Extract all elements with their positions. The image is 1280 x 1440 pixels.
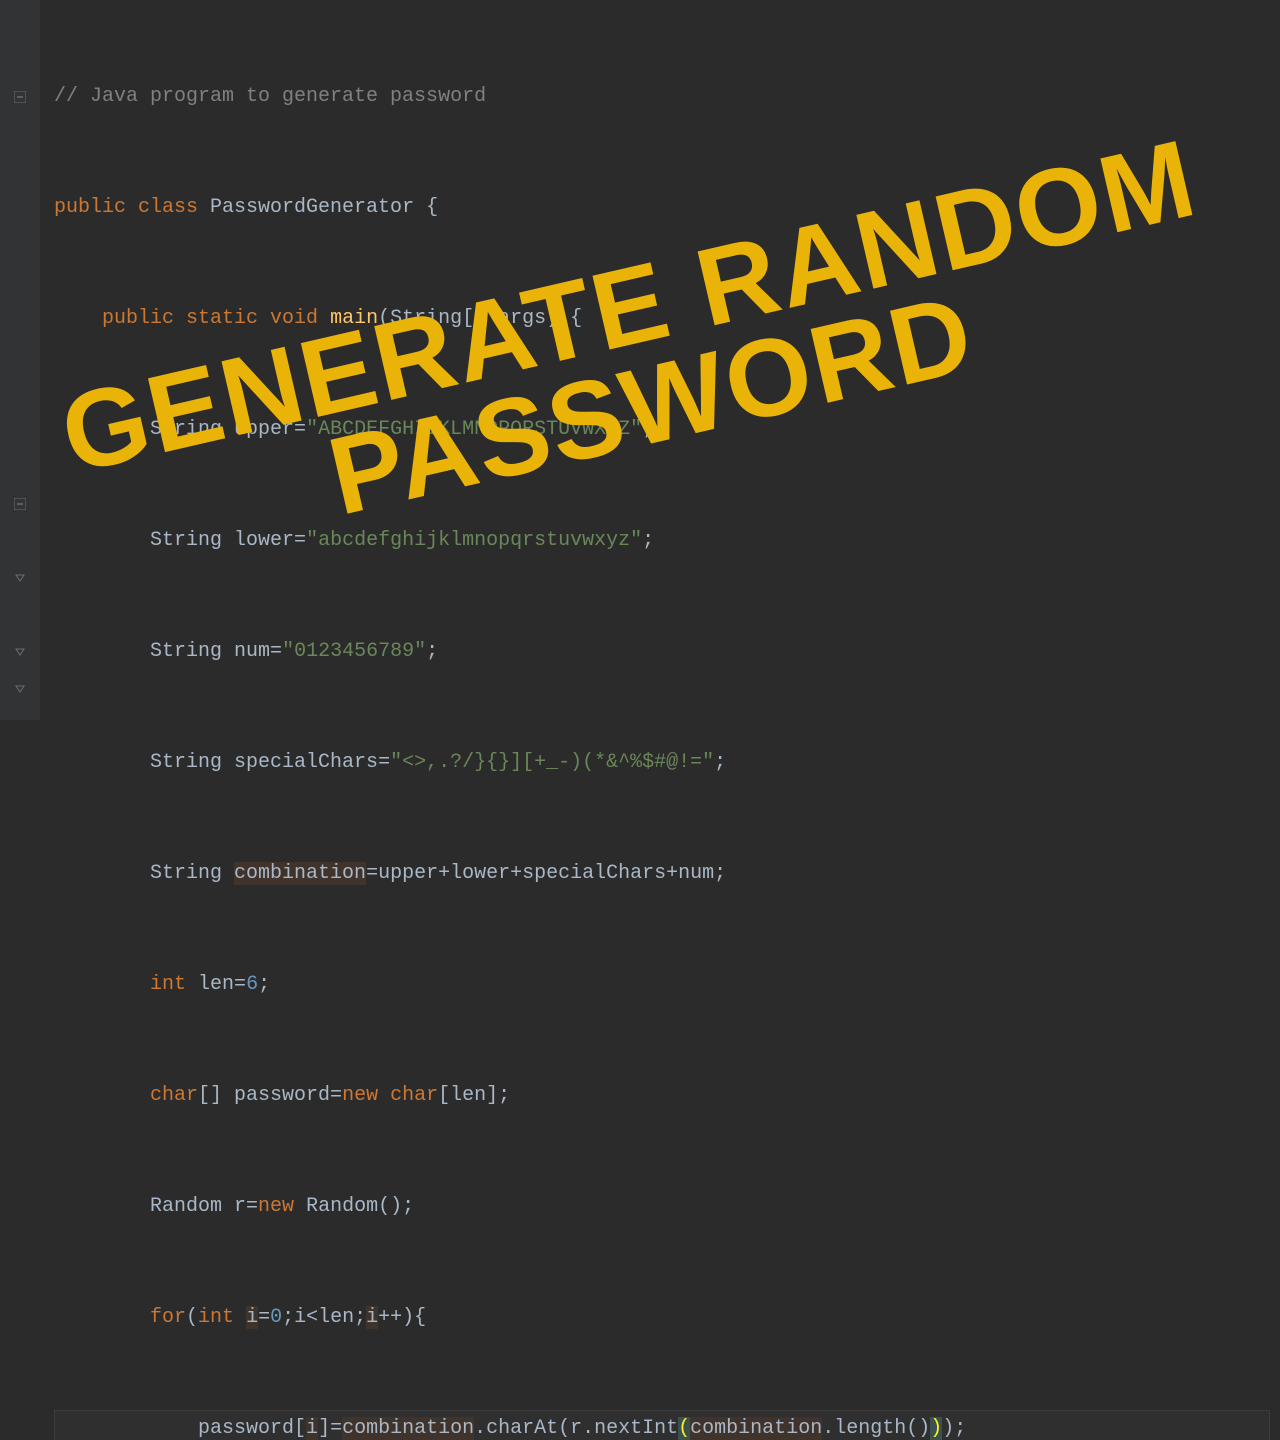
code-line: int len=6; [54, 966, 1270, 1003]
code-line: String specialChars="<>,.?/}{}][+_-)(*&^… [54, 744, 1270, 781]
gutter [0, 0, 40, 720]
code-line: // Java program to generate password [54, 78, 1270, 115]
code-area[interactable]: // Java program to generate password pub… [40, 0, 1280, 720]
code-line: char[] password=new char[len]; [54, 1077, 1270, 1114]
fold-close-icon[interactable] [0, 559, 40, 596]
fold-close-icon[interactable] [0, 633, 40, 670]
code-line: public class PasswordGenerator { [54, 189, 1270, 226]
code-line: String upper="ABCDEFGHIJKLMNOPQRSTUVWXYZ… [54, 411, 1270, 448]
fold-minus-icon[interactable] [0, 78, 40, 115]
code-line: String num="0123456789"; [54, 633, 1270, 670]
code-line-current: password[i]=combination.charAt(r.nextInt… [54, 1410, 1270, 1440]
code-editor[interactable]: // Java program to generate password pub… [0, 0, 1280, 720]
code-line: String lower="abcdefghijklmnopqrstuvwxyz… [54, 522, 1270, 559]
code-line: public static void main(String[] args) { [54, 300, 1270, 337]
code-line: String combination=upper+lower+specialCh… [54, 855, 1270, 892]
fold-close-icon[interactable] [0, 670, 40, 707]
fold-minus-icon[interactable] [0, 485, 40, 522]
code-line: Random r=new Random(); [54, 1188, 1270, 1225]
code-line: for(int i=0;i<len;i++){ [54, 1299, 1270, 1336]
